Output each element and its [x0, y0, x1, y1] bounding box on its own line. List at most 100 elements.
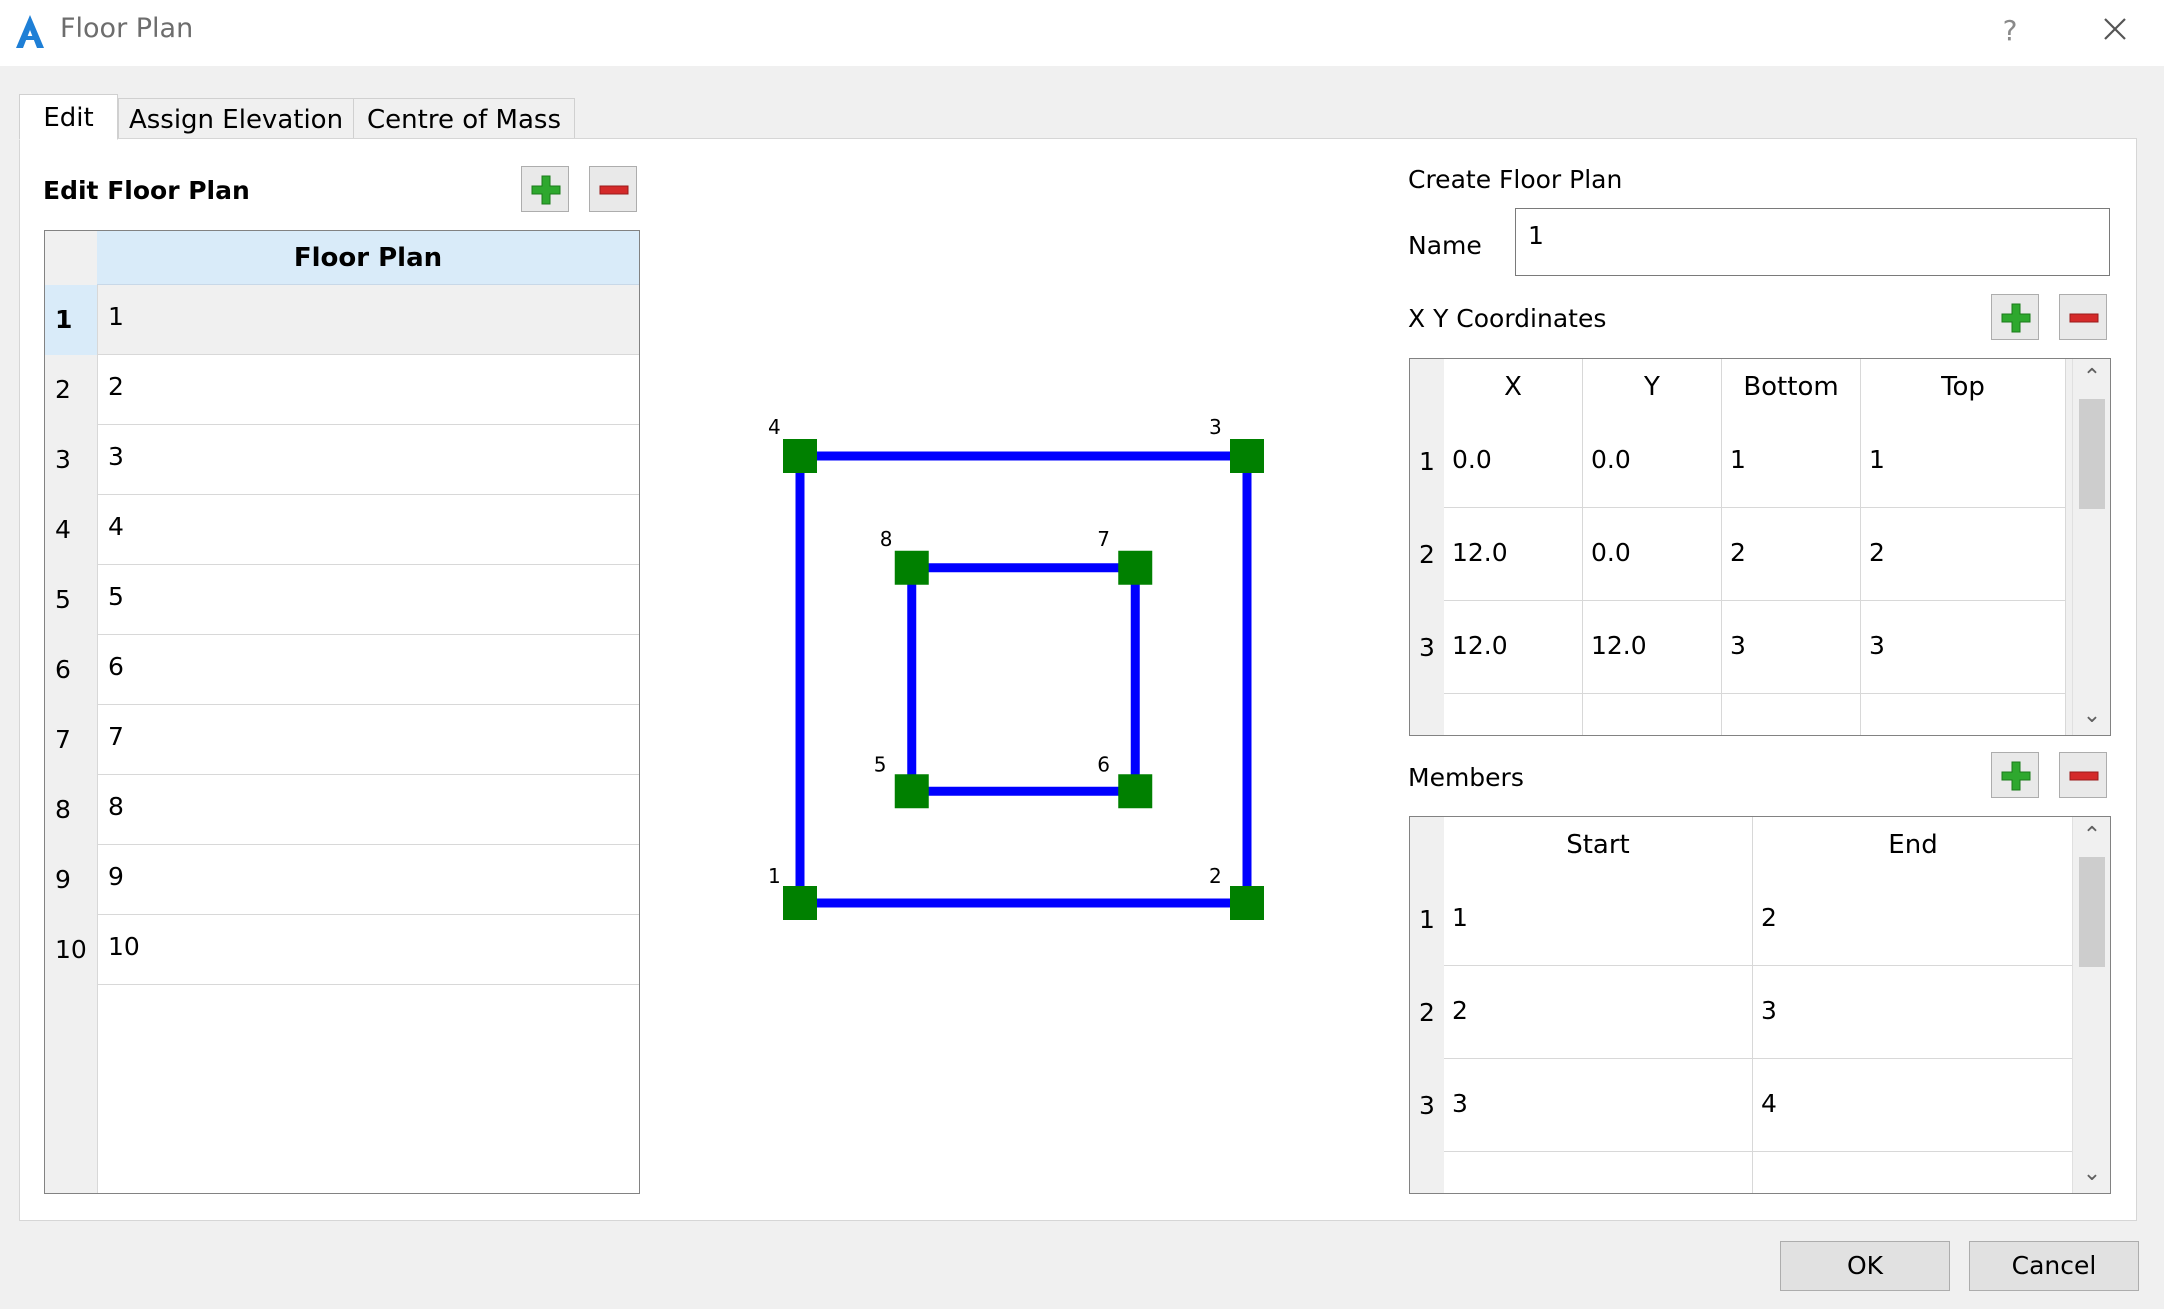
- floor-plan-cell[interactable]: 2: [97, 355, 639, 425]
- plus-icon: [531, 175, 561, 205]
- plus-icon: [2001, 303, 2031, 333]
- row-number[interactable]: 10: [45, 915, 97, 985]
- remove-floor-plan-button[interactable]: [589, 166, 637, 212]
- table-cell[interactable]: 1: [1861, 415, 2066, 508]
- column-header-y[interactable]: Y: [1583, 359, 1722, 415]
- table-row[interactable]: 33: [45, 425, 639, 495]
- floor-plan-cell[interactable]: 10: [97, 915, 639, 985]
- node-marker: [783, 439, 817, 473]
- partial-row-cell[interactable]: [1444, 694, 1583, 735]
- row-number[interactable]: [1410, 694, 1444, 735]
- table-row[interactable]: 22: [45, 355, 639, 425]
- table-cell[interactable]: 3: [1861, 601, 2066, 694]
- floor-plan-cell[interactable]: 8: [97, 775, 639, 845]
- row-number[interactable]: 5: [45, 565, 97, 635]
- table-cell[interactable]: 1: [1722, 415, 1861, 508]
- row-number[interactable]: 6: [45, 635, 97, 705]
- row-number[interactable]: 3: [1410, 601, 1444, 694]
- row-number[interactable]: 3: [1410, 1059, 1444, 1152]
- floor-plan-cell[interactable]: 1: [97, 285, 639, 355]
- node-label: 3: [1209, 415, 1222, 439]
- members-table: Start End 1 1 2 2 2 3 3 3 4 ⌃ ⌄: [1409, 816, 2111, 1194]
- column-header-top[interactable]: Top: [1861, 359, 2066, 415]
- partial-row-cell[interactable]: [1861, 694, 2066, 735]
- tab-edit[interactable]: Edit: [19, 94, 118, 140]
- table-cell[interactable]: 2: [1722, 508, 1861, 601]
- table-cell[interactable]: 3: [1444, 1059, 1753, 1152]
- ok-button[interactable]: OK: [1780, 1241, 1950, 1291]
- floor-plan-cell[interactable]: 3: [97, 425, 639, 495]
- table-row[interactable]: 55: [45, 565, 639, 635]
- partial-row-cell[interactable]: [1722, 694, 1861, 735]
- table-cell[interactable]: 0.0: [1444, 415, 1583, 508]
- node-label: 4: [768, 415, 781, 439]
- table-empty-area: [97, 985, 639, 1193]
- table-row[interactable]: 66: [45, 635, 639, 705]
- column-header-end[interactable]: End: [1753, 817, 2074, 873]
- table-cell[interactable]: 2: [1753, 873, 2074, 966]
- table-row[interactable]: 11: [45, 285, 639, 355]
- remove-coordinate-button[interactable]: [2059, 294, 2107, 340]
- cancel-button[interactable]: Cancel: [1969, 1241, 2139, 1291]
- row-number[interactable]: 1: [1410, 415, 1444, 508]
- scrollbar-thumb[interactable]: [2079, 399, 2105, 509]
- row-number[interactable]: 1: [45, 285, 97, 355]
- table-cell[interactable]: 2: [1861, 508, 2066, 601]
- floor-plan-cell[interactable]: 7: [97, 705, 639, 775]
- table-row[interactable]: 88: [45, 775, 639, 845]
- table-row[interactable]: 77: [45, 705, 639, 775]
- row-number[interactable]: 9: [45, 845, 97, 915]
- row-number[interactable]: [1410, 1152, 1444, 1193]
- coordinates-scrollbar[interactable]: ⌃ ⌄: [2072, 359, 2110, 735]
- row-number[interactable]: 2: [1410, 508, 1444, 601]
- create-floor-plan-heading: Create Floor Plan: [1408, 165, 1623, 194]
- row-number[interactable]: 3: [45, 425, 97, 495]
- floor-plan-cell[interactable]: 5: [97, 565, 639, 635]
- row-number[interactable]: 4: [45, 495, 97, 565]
- column-header-bottom[interactable]: Bottom: [1722, 359, 1861, 415]
- table-cell[interactable]: 12.0: [1444, 601, 1583, 694]
- partial-row-cell[interactable]: [1444, 1152, 1753, 1193]
- table-cell[interactable]: 12.0: [1444, 508, 1583, 601]
- table-row[interactable]: 10 10: [45, 915, 639, 985]
- add-floor-plan-button[interactable]: [521, 166, 569, 212]
- add-member-button[interactable]: [1991, 752, 2039, 798]
- table-cell[interactable]: 4: [1753, 1059, 2074, 1152]
- chevron-down-icon[interactable]: ⌄: [2073, 697, 2110, 735]
- table-cell[interactable]: 2: [1444, 966, 1753, 1059]
- close-button[interactable]: [2090, 8, 2140, 54]
- add-coordinate-button[interactable]: [1991, 294, 2039, 340]
- partial-row-cell[interactable]: [1753, 1152, 2074, 1193]
- partial-row-cell[interactable]: [1583, 694, 1722, 735]
- chevron-up-icon[interactable]: ⌃: [2073, 359, 2110, 397]
- help-button[interactable]: ?: [1985, 8, 2035, 54]
- row-number[interactable]: 7: [45, 705, 97, 775]
- table-row[interactable]: 99: [45, 845, 639, 915]
- chevron-down-icon[interactable]: ⌄: [2073, 1155, 2110, 1193]
- floor-plan-cell[interactable]: 9: [97, 845, 639, 915]
- column-header-x[interactable]: X: [1444, 359, 1583, 415]
- scrollbar-thumb[interactable]: [2079, 857, 2105, 967]
- tab-assign-elevation[interactable]: Assign Elevation: [118, 98, 354, 140]
- row-number[interactable]: 8: [45, 775, 97, 845]
- floor-plan-cell[interactable]: 6: [97, 635, 639, 705]
- row-number[interactable]: 2: [1410, 966, 1444, 1059]
- table-cell[interactable]: 3: [1753, 966, 2074, 1059]
- tab-centre-of-mass[interactable]: Centre of Mass: [353, 98, 575, 140]
- floor-plan-column-header[interactable]: Floor Plan: [97, 231, 639, 285]
- table-cell[interactable]: 0.0: [1583, 415, 1722, 508]
- chevron-up-icon[interactable]: ⌃: [2073, 817, 2110, 855]
- table-cell[interactable]: 12.0: [1583, 601, 1722, 694]
- column-header-start[interactable]: Start: [1444, 817, 1753, 873]
- row-number[interactable]: 2: [45, 355, 97, 425]
- table-cell[interactable]: 1: [1444, 873, 1753, 966]
- table-cell[interactable]: 0.0: [1583, 508, 1722, 601]
- table-row[interactable]: 44: [45, 495, 639, 565]
- remove-member-button[interactable]: [2059, 752, 2107, 798]
- row-number[interactable]: 1: [1410, 873, 1444, 966]
- name-input[interactable]: 1: [1515, 208, 2110, 276]
- members-scrollbar[interactable]: ⌃ ⌄: [2072, 817, 2110, 1193]
- floor-plan-cell[interactable]: 4: [97, 495, 639, 565]
- node-marker: [894, 550, 929, 585]
- table-cell[interactable]: 3: [1722, 601, 1861, 694]
